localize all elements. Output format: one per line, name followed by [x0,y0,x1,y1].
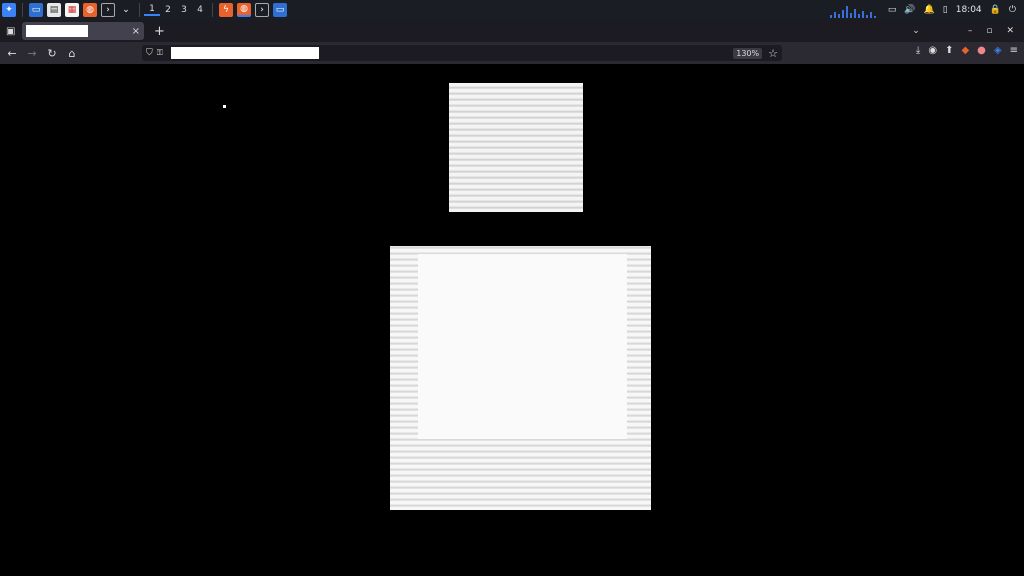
workspace-2[interactable]: 2 [160,5,176,15]
burp-icon[interactable]: ϟ [219,3,233,17]
top-image [449,83,583,212]
network-graph [828,2,880,18]
wappalyzer-icon[interactable]: ◈ [994,45,1002,56]
extensions-icon[interactable]: ⬆ [945,45,953,56]
url-bar[interactable]: ⛉ ⚿ 130% ☆ [142,45,782,61]
workspace-1[interactable]: 1 [144,4,160,16]
tab-bar: ▣ × + ⌄ – ▫ ✕ [0,20,1024,42]
image-inner-panel [418,254,627,439]
nav-bar: ← → ↻ ⌂ ⛉ ⚿ 130% ☆ ⤓ ◉ ⬆ ◆ ● ◈ ≡ [0,42,1024,64]
volume-icon[interactable]: 🔊 [904,5,915,15]
files-icon[interactable]: ▤ [47,3,61,17]
tab-overview-icon[interactable]: ▣ [6,26,15,37]
extension-icon[interactable]: ● [977,45,986,56]
close-window-button[interactable]: ✕ [1006,26,1014,36]
tab-active[interactable]: × [22,22,144,40]
url-text[interactable] [170,47,319,59]
separator [139,3,140,17]
foxyproxy-icon[interactable]: ◆ [961,45,969,56]
firefox-window-icon[interactable]: ◍ [237,3,251,17]
separator [22,3,23,17]
tab-title [26,25,88,37]
separator [212,3,213,17]
chevron-down-icon[interactable]: ⌄ [119,3,133,17]
download-icon[interactable]: ⤓ [916,45,920,56]
back-button[interactable]: ← [2,47,22,60]
white-dot [223,105,226,108]
system-tray: ▭ 🔊 🔔 ▯ 18:04 🔒 ⏻ [828,2,1024,18]
power-icon[interactable]: ⏻ [1009,5,1016,15]
account-icon[interactable]: ◉ [928,45,937,56]
workspace-4[interactable]: 4 [192,5,208,15]
page-content [0,64,1024,576]
desktop-icon[interactable]: ▭ [29,3,43,17]
terminal-window-icon[interactable]: › [255,3,269,17]
maximize-button[interactable]: ▫ [986,26,992,36]
clock[interactable]: 18:04 [956,5,982,15]
folder-window-icon[interactable]: ▭ [273,3,287,17]
lock-icon[interactable]: ⚿ [157,48,163,58]
star-icon[interactable]: ☆ [768,47,778,60]
firefox-icon[interactable]: ◍ [83,3,97,17]
terminal-icon[interactable]: › [101,3,115,17]
menu-icon[interactable]: ≡ [1010,45,1018,56]
app-launcher-icon[interactable]: ✦ [2,3,16,17]
zoom-level[interactable]: 130% [733,47,763,59]
lock-icon[interactable]: 🔒 [990,5,1001,15]
new-tab-button[interactable]: + [154,24,165,39]
window-controls: ⌄ – ▫ ✕ [912,26,1024,36]
toolbar-right: ⤓ ◉ ⬆ ◆ ● ◈ ≡ [916,45,1018,56]
tab-close-button[interactable]: × [132,26,140,37]
reload-button[interactable]: ↻ [42,47,62,60]
home-button[interactable]: ⌂ [62,47,82,60]
taskbar: ✦ ▭ ▤ ▦ ◍ › ⌄ 1 2 3 4 ϟ ◍ › ▭ ▭ 🔊 🔔 ▯ 18… [0,0,1024,20]
shield-icon[interactable]: ⛉ [146,48,153,58]
notification-icon[interactable]: 🔔 [924,5,935,15]
list-tabs-icon[interactable]: ⌄ [912,26,920,36]
battery-icon[interactable]: ▯ [943,5,948,15]
forward-button[interactable]: → [22,47,42,60]
display-icon[interactable]: ▭ [888,5,897,15]
minimize-button[interactable]: – [968,26,973,36]
bottom-image [390,246,651,510]
document-icon[interactable]: ▦ [65,3,79,17]
workspace-3[interactable]: 3 [176,5,192,15]
